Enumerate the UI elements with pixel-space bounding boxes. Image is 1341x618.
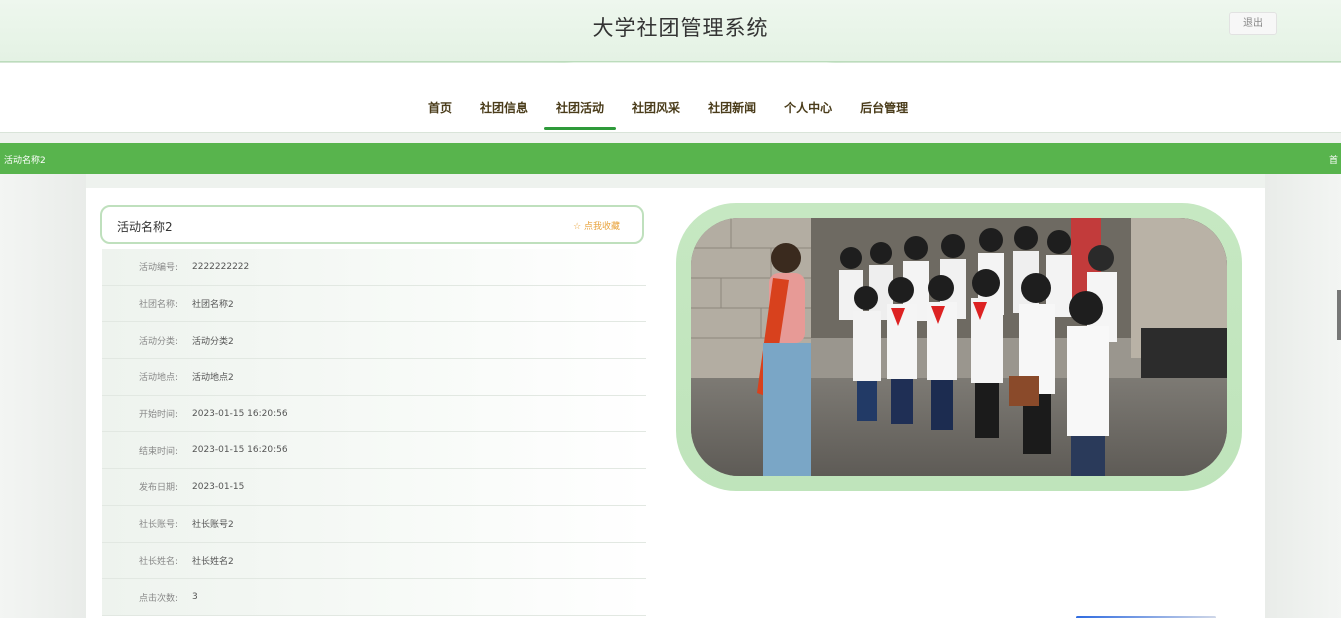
activity-photo[interactable] [691, 218, 1227, 476]
field-value: 2023-01-15 16:20:56 [192, 408, 288, 419]
nav-item-personal-center[interactable]: 个人中心 [784, 99, 832, 116]
field-value: 2023-01-15 16:20:56 [192, 445, 288, 456]
field-label: 活动分类: [138, 336, 178, 347]
field-label: 活动地点: [138, 373, 178, 384]
nav-item-admin[interactable]: 后台管理 [860, 99, 908, 116]
field-value: 社长姓名2 [192, 556, 234, 567]
activity-photo-illustration [691, 218, 1227, 476]
nav-items: 首页 社团信息 社团活动 社团风采 社团新闻 个人中心 后台管理 [428, 99, 936, 130]
field-row: 开始时间: 2023-01-15 16:20:56 [102, 395, 646, 433]
scrollbar-thumb[interactable] [1337, 290, 1341, 340]
site-title: 大学社团管理系统 [592, 16, 769, 40]
field-value: 活动分类2 [192, 336, 234, 347]
detail-fields: 活动编号: 2222222222 社团名称: 社团名称2 活动分类: 活动分类2 活动… [102, 249, 646, 616]
breadcrumb-current: 活动名称2 [4, 156, 46, 166]
activity-photo-frame [676, 203, 1242, 491]
activity-detail-card: 活动名称2 ☆ 点我收藏 活动编号: 2222222222 社团名称: 社团名称2 … [86, 188, 1265, 618]
field-row: 结束时间: 2023-01-15 16:20:56 [102, 432, 646, 470]
field-label: 点击次数: [138, 593, 178, 604]
field-row: 社长账号: 社长账号2 [102, 505, 646, 543]
field-value: 社长账号2 [192, 520, 234, 531]
activity-title: 活动名称2 [117, 220, 173, 234]
field-value: 3 [192, 592, 198, 603]
field-label: 社长账号: [138, 520, 178, 531]
field-label: 发布日期: [138, 483, 178, 494]
logout-button[interactable]: 退出 [1229, 12, 1277, 35]
favorite-button[interactable]: ☆ 点我收藏 [573, 219, 620, 232]
activity-title-box: 活动名称2 ☆ 点我收藏 [100, 205, 644, 244]
field-value: 2222222222 [192, 261, 250, 272]
field-label: 社团名称: [138, 300, 178, 311]
field-row: 点击次数: 3 [102, 579, 646, 616]
field-value: 活动地点2 [192, 373, 234, 384]
field-row: 社长姓名: 社长姓名2 [102, 542, 646, 580]
left-margin [0, 174, 86, 618]
field-value: 2023-01-15 [192, 481, 245, 492]
nav-item-club-news[interactable]: 社团新闻 [708, 99, 756, 116]
nav-item-club-style[interactable]: 社团风采 [632, 99, 680, 116]
nav-item-home[interactable]: 首页 [428, 99, 452, 116]
nav-item-club-activities[interactable]: 社团活动 [544, 99, 617, 130]
main-nav: 首页 社团信息 社团活动 社团风采 社团新闻 个人中心 后台管理 [0, 63, 1341, 133]
field-row: 发布日期: 2023-01-15 [102, 469, 646, 506]
field-row: 活动分类: 活动分类2 [102, 322, 646, 360]
field-label: 活动编号: [138, 263, 178, 274]
field-value: 社团名称2 [192, 300, 234, 311]
nav-item-club-info[interactable]: 社团信息 [480, 99, 528, 116]
site-header: 大学社团管理系统 退出 [0, 0, 1341, 62]
field-label: 开始时间: [138, 410, 178, 421]
field-row: 活动地点: 活动地点2 [102, 359, 646, 396]
breadcrumb-bar: 活动名称2 首 [0, 143, 1341, 174]
field-row: 活动编号: 2222222222 [102, 249, 646, 286]
breadcrumb-home-link[interactable]: 首 [1329, 153, 1338, 166]
right-margin [1265, 174, 1341, 618]
field-label: 社长姓名: [138, 556, 178, 567]
field-label: 结束时间: [138, 446, 178, 457]
field-row: 社团名称: 社团名称2 [102, 285, 646, 323]
